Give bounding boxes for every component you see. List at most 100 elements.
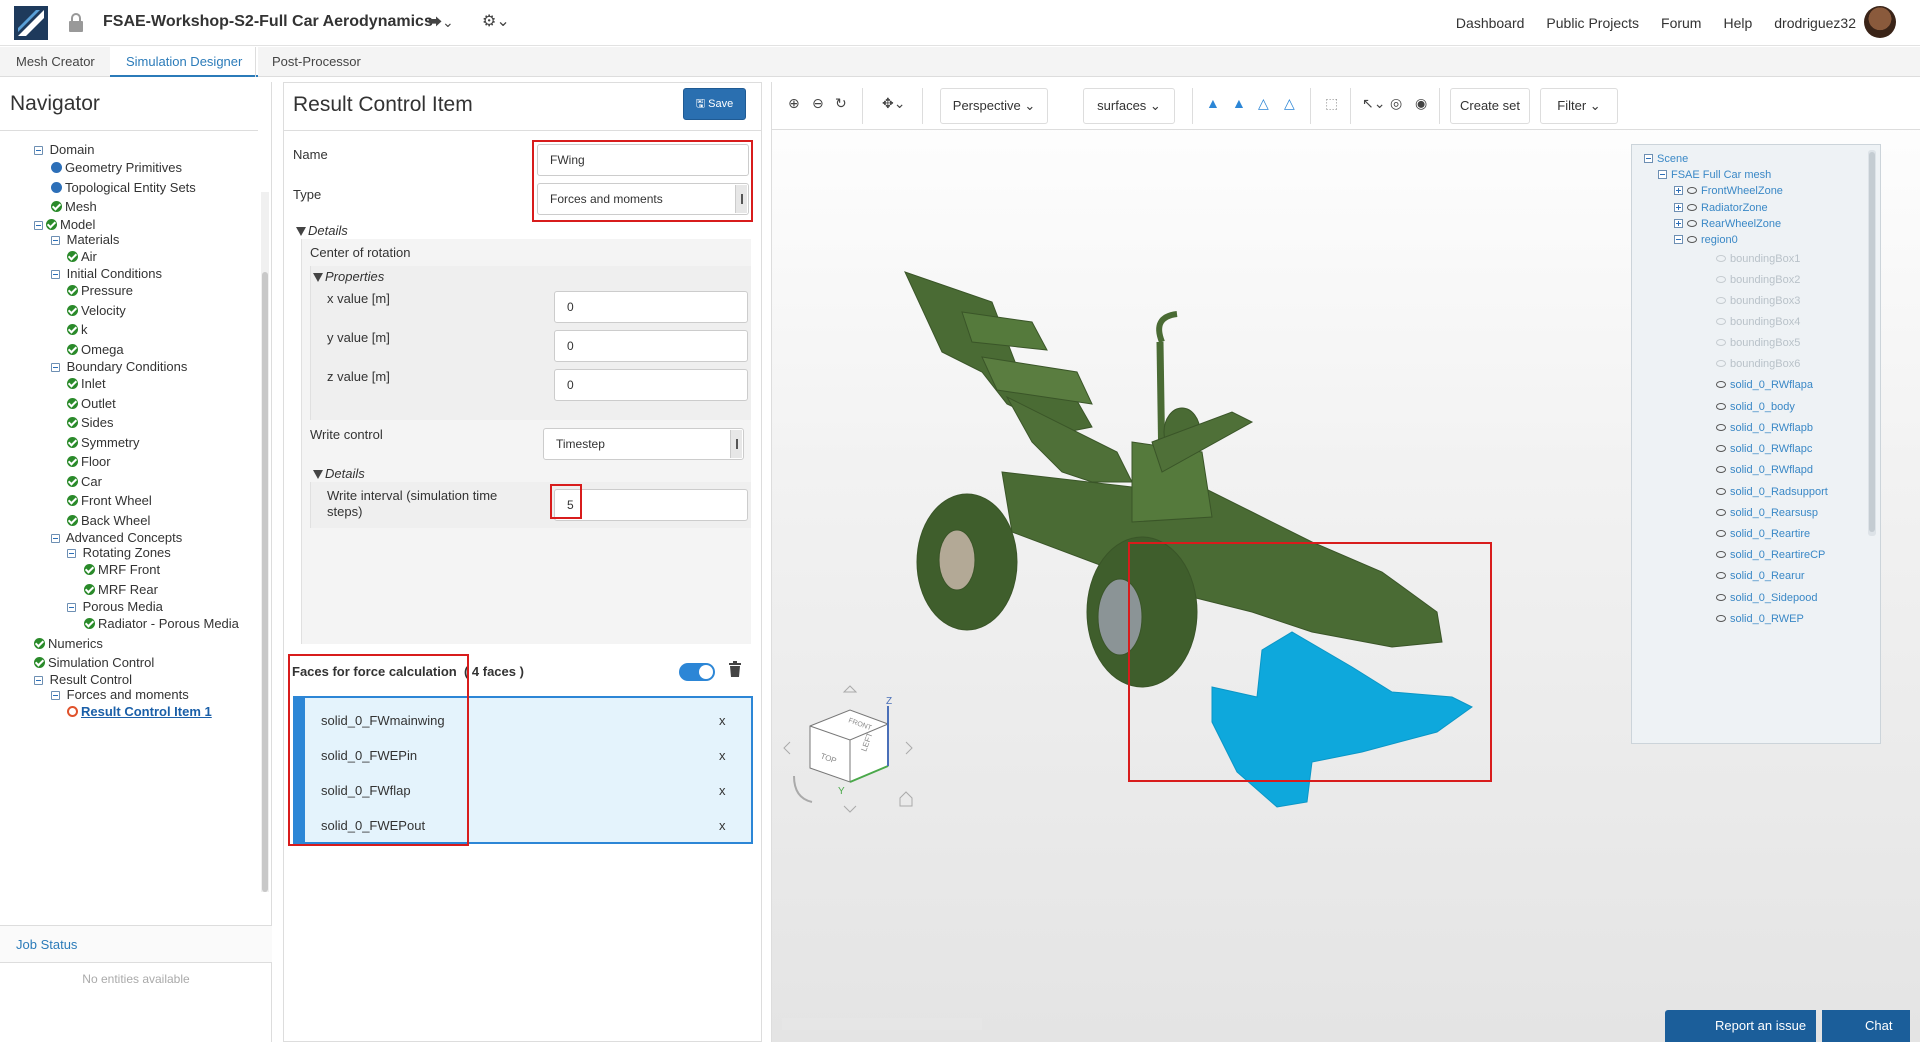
- tree-item-forces-and-moments[interactable]: Forces and moments: [51, 686, 189, 704]
- eye-icon[interactable]: [1687, 220, 1697, 227]
- eye-icon[interactable]: [1716, 530, 1726, 537]
- tree-item-boundary-conditions[interactable]: Boundary Conditions: [51, 358, 187, 376]
- eye-icon[interactable]: [1716, 509, 1726, 516]
- tree-item-topological-entity-sets[interactable]: Topological Entity Sets: [51, 179, 196, 197]
- eye-icon[interactable]: [1716, 381, 1726, 388]
- eye-icon[interactable]: [1716, 297, 1726, 304]
- tree-item-inlet[interactable]: Inlet: [67, 375, 106, 393]
- collapse-icon[interactable]: [34, 676, 43, 685]
- scrollbar-thumb[interactable]: [1869, 152, 1875, 532]
- collapse-icon[interactable]: [34, 146, 43, 155]
- hide-icon[interactable]: ◎: [1390, 95, 1402, 112]
- 3d-viewport[interactable]: ⊕ ⊖ ↻ ✥⌄ Perspective ⌄ surfaces ⌄ ▲ ▲ △ …: [771, 82, 1920, 1042]
- expand-icon[interactable]: [1674, 186, 1683, 195]
- tree-item-floor[interactable]: Floor: [67, 453, 111, 471]
- report-issue-button[interactable]: Report an issue: [1665, 1010, 1816, 1042]
- nav-forum[interactable]: Forum: [1661, 15, 1701, 31]
- scene-tree-item[interactable]: RadiatorZone: [1674, 202, 1768, 214]
- scene-tree-item[interactable]: solid_0_Sidepood: [1716, 592, 1817, 604]
- tree-item-mrf-rear[interactable]: MRF Rear: [84, 581, 158, 599]
- tree-item-mrf-front[interactable]: MRF Front: [84, 561, 160, 579]
- tree-item-geometry-primitives[interactable]: Geometry Primitives: [51, 159, 182, 177]
- remove-face-button[interactable]: x: [719, 713, 726, 728]
- eye-icon[interactable]: [1716, 360, 1726, 367]
- zoom-in-icon[interactable]: ⊕: [788, 95, 800, 112]
- trash-icon[interactable]: [728, 660, 742, 678]
- filter-dropdown[interactable]: Filter ⌄: [1540, 88, 1618, 124]
- tree-item-k[interactable]: k: [67, 321, 88, 339]
- tree-item-pressure[interactable]: Pressure: [67, 282, 133, 300]
- scene-tree-item[interactable]: boundingBox1: [1716, 253, 1800, 265]
- tree-item-materials[interactable]: Materials: [51, 231, 119, 249]
- scene-tree-item[interactable]: boundingBox2: [1716, 274, 1800, 286]
- tree-item-air[interactable]: Air: [67, 248, 97, 266]
- eye-icon[interactable]: [1716, 318, 1726, 325]
- tab-post-processor[interactable]: Post-Processor: [255, 47, 377, 77]
- x-value-field[interactable]: 0: [554, 291, 748, 323]
- collapse-icon[interactable]: [51, 270, 60, 279]
- tree-item-numerics[interactable]: Numerics: [34, 635, 103, 653]
- scene-tree-item[interactable]: solid_0_RWflapa: [1716, 379, 1813, 391]
- nav-dashboard[interactable]: Dashboard: [1456, 15, 1525, 31]
- collapse-icon[interactable]: [1644, 154, 1653, 163]
- tree-item-porous-media[interactable]: Porous Media: [67, 598, 163, 616]
- eye-icon[interactable]: [1716, 572, 1726, 579]
- remove-face-button[interactable]: x: [719, 748, 726, 763]
- scene-tree-item[interactable]: solid_0_RWEP: [1716, 613, 1804, 625]
- create-set-button[interactable]: Create set: [1450, 88, 1530, 124]
- scene-tree-item[interactable]: solid_0_RWflapb: [1716, 422, 1813, 434]
- scene-tree-scrollbar[interactable]: [1868, 150, 1876, 536]
- eye-icon[interactable]: [1716, 615, 1726, 622]
- chat-button[interactable]: Chat: [1822, 1010, 1910, 1042]
- properties-toggle[interactable]: Properties: [313, 269, 384, 284]
- scene-tree-item[interactable]: solid_0_Rearur: [1716, 570, 1805, 582]
- scene-tree-item[interactable]: solid_0_RWflapd: [1716, 464, 1813, 476]
- tree-item-sides[interactable]: Sides: [67, 414, 114, 432]
- tree-item-symmetry[interactable]: Symmetry: [67, 434, 140, 452]
- box-select-icon[interactable]: ⬚: [1325, 95, 1338, 112]
- scene-tree-item[interactable]: solid_0_RWflapc: [1716, 443, 1812, 455]
- scene-tree-item[interactable]: solid_0_Reartire: [1716, 528, 1810, 540]
- scene-tree-item[interactable]: boundingBox6: [1716, 358, 1800, 370]
- scene-tree-item[interactable]: boundingBox5: [1716, 337, 1800, 349]
- pointer-icon[interactable]: ↖⌄: [1362, 95, 1385, 112]
- eye-icon[interactable]: [1716, 466, 1726, 473]
- eye-icon[interactable]: [1716, 488, 1726, 495]
- eye-icon[interactable]: ◉: [1415, 95, 1427, 112]
- tree-item-rotating-zones[interactable]: Rotating Zones: [67, 544, 171, 562]
- scene-tree-item[interactable]: FrontWheelZone: [1674, 185, 1783, 197]
- viewport-hscroll[interactable]: [782, 1018, 982, 1030]
- collapse-icon[interactable]: [1658, 170, 1667, 179]
- collapse-icon[interactable]: [67, 603, 76, 612]
- eye-icon[interactable]: [1716, 445, 1726, 452]
- simscale-logo-icon[interactable]: [14, 6, 48, 40]
- save-button[interactable]: 🖫 Save: [683, 88, 746, 120]
- collapse-icon[interactable]: [67, 549, 76, 558]
- orientation-cube[interactable]: Z Y FRONT TOP LEFT: [780, 682, 940, 822]
- nav-user[interactable]: drodriguez32: [1774, 15, 1856, 31]
- write-interval-field[interactable]: 5: [554, 489, 748, 521]
- collapse-icon[interactable]: [1674, 235, 1683, 244]
- pan-icon[interactable]: ✥⌄: [882, 95, 905, 112]
- tree-item-car[interactable]: Car: [67, 473, 102, 491]
- nav-help[interactable]: Help: [1723, 15, 1752, 31]
- tree-item-radiator-porous-media[interactable]: Radiator - Porous Media: [84, 615, 239, 633]
- view-front-icon[interactable]: ▲: [1232, 95, 1246, 111]
- tab-simulation-designer[interactable]: Simulation Designer: [110, 47, 259, 77]
- tree-item-domain[interactable]: Domain: [34, 141, 94, 159]
- reset-view-icon[interactable]: ↻: [835, 95, 847, 112]
- eye-icon[interactable]: [1687, 187, 1697, 194]
- y-value-field[interactable]: 0: [554, 330, 748, 362]
- tree-item-mesh[interactable]: Mesh: [51, 198, 97, 216]
- expand-icon[interactable]: [1674, 203, 1683, 212]
- expand-icon[interactable]: [1674, 219, 1683, 228]
- tree-item-result-control-item-1[interactable]: Result Control Item 1: [67, 703, 212, 721]
- eye-icon[interactable]: [1716, 403, 1726, 410]
- collapse-icon[interactable]: [51, 691, 60, 700]
- view-side-icon[interactable]: △: [1258, 95, 1269, 112]
- collapse-icon[interactable]: [51, 363, 60, 372]
- faces-toggle[interactable]: [679, 663, 715, 681]
- eye-icon[interactable]: [1716, 424, 1726, 431]
- scene-tree-item[interactable]: solid_0_Rearsusp: [1716, 507, 1818, 519]
- eye-icon[interactable]: [1687, 204, 1697, 211]
